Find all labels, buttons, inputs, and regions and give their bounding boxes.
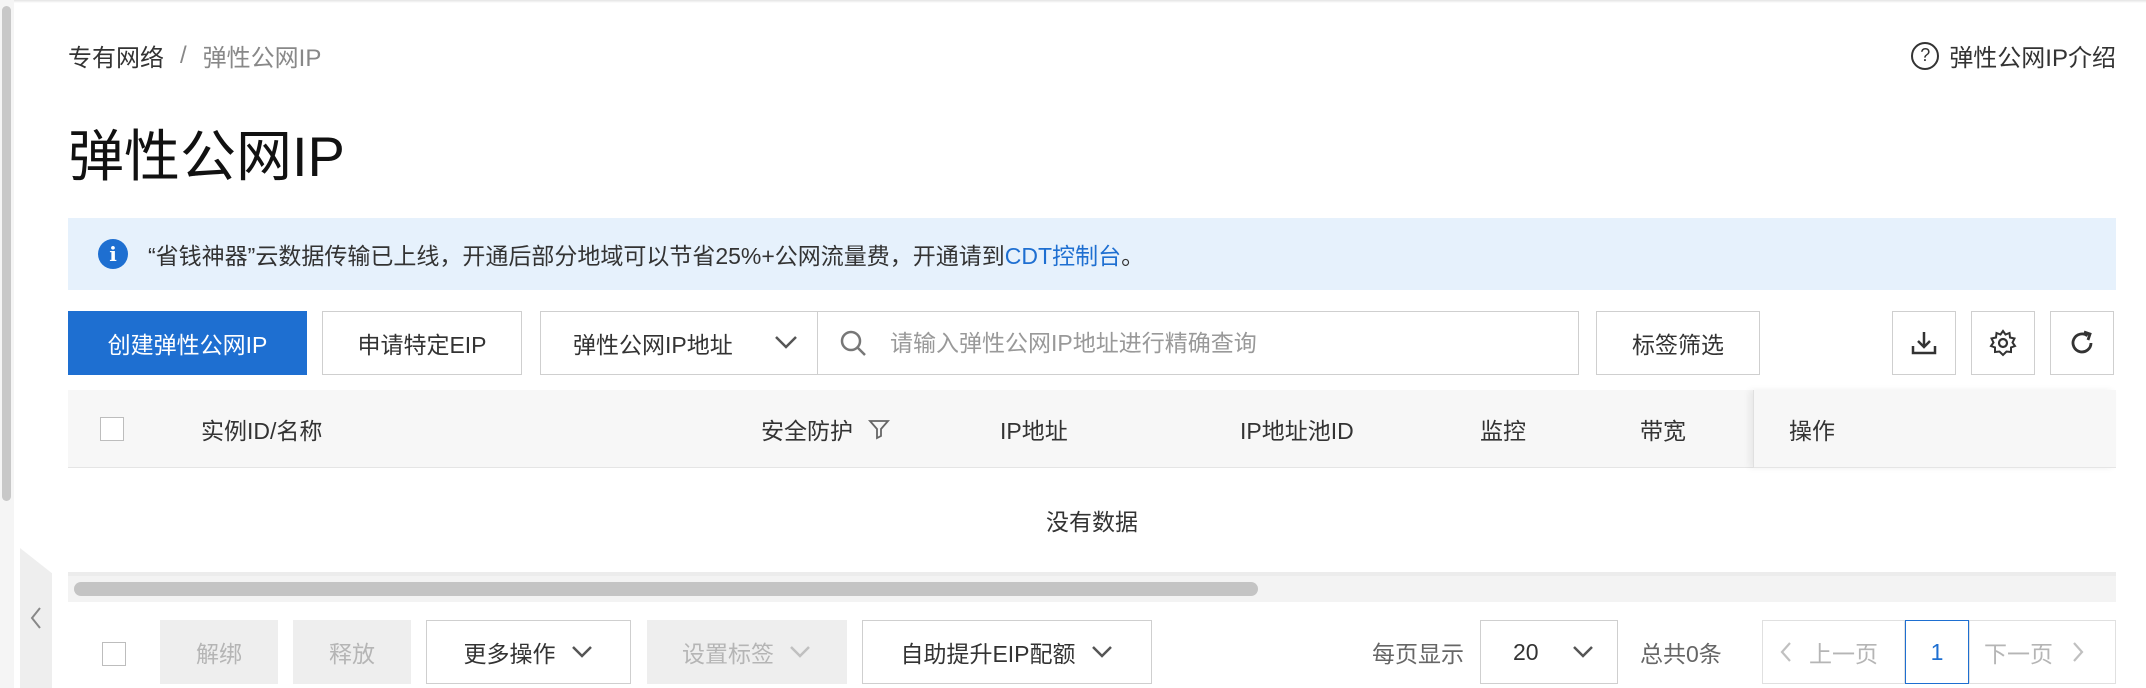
chevron-down-icon bbox=[1573, 646, 1593, 658]
help-icon: ? bbox=[1911, 41, 1940, 70]
chevron-down-icon bbox=[571, 646, 592, 658]
help-link[interactable]: ? 弹性公网IP介绍 bbox=[1911, 38, 2116, 73]
select-all-checkbox[interactable] bbox=[100, 417, 124, 441]
breadcrumb-vpc[interactable]: 专有网络 bbox=[68, 38, 164, 73]
table-footer: 解绑 释放 更多操作 设置标签 自助提升EIP配额 每页显示 20 总共0条 上… bbox=[0, 620, 2146, 686]
column-actions: 操作 bbox=[1753, 390, 2116, 468]
toolbar: 创建弹性公网IP 申请特定EIP 弹性公网IP地址 标签筛选 bbox=[0, 311, 2146, 375]
download-icon bbox=[1911, 332, 1937, 355]
prev-page-button[interactable]: 上一页 bbox=[1762, 620, 1905, 684]
select-all-cell bbox=[100, 390, 124, 468]
set-tags-label: 设置标签 bbox=[682, 641, 774, 667]
chevron-left-icon bbox=[1780, 642, 1791, 662]
page-number-current[interactable]: 1 bbox=[1905, 620, 1969, 684]
column-monitor: 监控 bbox=[1480, 418, 1526, 444]
chevron-down-icon bbox=[775, 336, 797, 349]
next-page-button[interactable]: 下一页 bbox=[1969, 620, 2116, 684]
per-page-label: 每页显示 bbox=[1372, 641, 1464, 667]
refresh-button[interactable] bbox=[2050, 311, 2114, 375]
top-shadow bbox=[0, 0, 2146, 3]
horizontal-scrollbar-thumb[interactable] bbox=[74, 582, 1258, 596]
column-actions-label: 操作 bbox=[1789, 418, 1835, 444]
search-input[interactable] bbox=[890, 329, 1550, 357]
info-icon: i bbox=[98, 239, 128, 269]
chevron-right-icon bbox=[2073, 642, 2084, 662]
column-security: 安全防护 bbox=[761, 390, 891, 468]
release-button[interactable]: 释放 bbox=[293, 620, 411, 684]
cdt-console-link[interactable]: CDT控制台 bbox=[1005, 237, 1121, 271]
more-actions-label: 更多操作 bbox=[463, 641, 556, 667]
breadcrumb-separator: / bbox=[180, 41, 187, 69]
breadcrumb-current: 弹性公网IP bbox=[202, 45, 322, 72]
column-bandwidth: 带宽 bbox=[1640, 418, 1686, 444]
notice-banner: i “省钱神器”云数据传输已上线，开通后部分地域可以节省25%+公网流量费，开通… bbox=[68, 218, 2116, 290]
filter-field-value: 弹性公网IP地址 bbox=[573, 332, 733, 358]
notice-suffix: 。 bbox=[1121, 243, 1145, 269]
column-ip-pool-id: IP地址池ID bbox=[1240, 418, 1354, 444]
filter-field-select[interactable]: 弹性公网IP地址 bbox=[540, 311, 818, 375]
page-title: 弹性公网IP bbox=[68, 125, 345, 188]
more-actions-button[interactable]: 更多操作 bbox=[426, 620, 631, 684]
column-security-label: 安全防护 bbox=[761, 418, 853, 444]
total-count: 总共0条 bbox=[1640, 641, 1722, 667]
chevron-down-icon bbox=[790, 646, 810, 658]
page-size-select[interactable]: 20 bbox=[1480, 620, 1618, 684]
unbind-button[interactable]: 解绑 bbox=[160, 620, 278, 684]
set-tags-button[interactable]: 设置标签 bbox=[647, 620, 847, 684]
breadcrumb: 专有网络 / 弹性公网IP bbox=[68, 38, 321, 73]
horizontal-scrollbar[interactable] bbox=[68, 576, 2116, 602]
next-page-label: 下一页 bbox=[1984, 641, 2053, 667]
settings-button[interactable] bbox=[1971, 311, 2035, 375]
empty-state: 没有数据 bbox=[1046, 509, 1138, 535]
footer-select-all-checkbox[interactable] bbox=[102, 642, 126, 666]
increase-quota-button[interactable]: 自助提升EIP配额 bbox=[862, 620, 1152, 684]
tag-filter-button[interactable]: 标签筛选 bbox=[1596, 311, 1760, 375]
increase-quota-label: 自助提升EIP配额 bbox=[900, 641, 1076, 667]
filter-icon[interactable] bbox=[867, 417, 891, 441]
table-header: 实例ID/名称 安全防护 IP地址 IP地址池ID 监控 带宽 操作 bbox=[68, 390, 2116, 468]
page-size-value: 20 bbox=[1513, 638, 1539, 665]
column-instance-id: 实例ID/名称 bbox=[201, 418, 323, 444]
chevron-down-icon bbox=[1091, 646, 1112, 658]
refresh-icon bbox=[2071, 330, 2093, 354]
search-box bbox=[817, 311, 1579, 375]
column-ip-address: IP地址 bbox=[1000, 418, 1068, 444]
create-eip-button[interactable]: 创建弹性公网IP bbox=[68, 311, 307, 375]
search-icon bbox=[840, 330, 866, 356]
settings-icon bbox=[1989, 329, 2017, 357]
download-button[interactable] bbox=[1892, 311, 1956, 375]
help-link-label: 弹性公网IP介绍 bbox=[1949, 45, 2116, 72]
vertical-scrollbar-thumb[interactable] bbox=[2, 6, 11, 501]
notice-text: “省钱神器”云数据传输已上线，开通后部分地域可以节省25%+公网流量费，开通请到 bbox=[148, 243, 1005, 269]
prev-page-label: 上一页 bbox=[1809, 641, 1878, 667]
apply-specific-eip-button[interactable]: 申请特定EIP bbox=[322, 311, 522, 375]
